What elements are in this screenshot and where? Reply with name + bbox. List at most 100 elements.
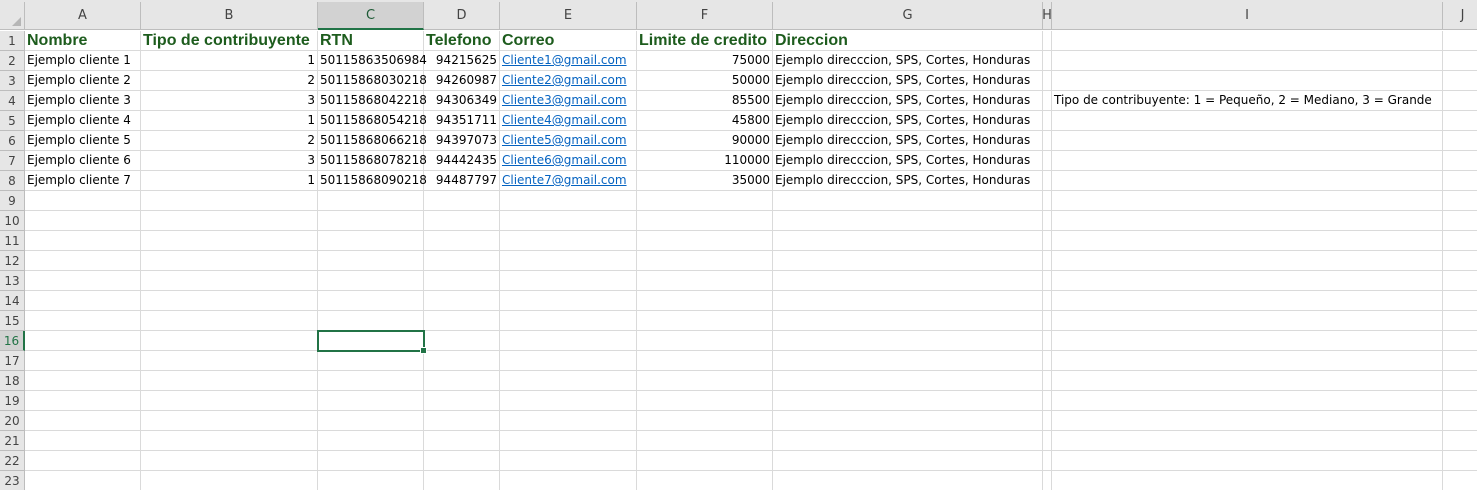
- row-header-5[interactable]: 5: [0, 111, 25, 131]
- cell-a16[interactable]: [25, 331, 141, 351]
- cell-h6[interactable]: [1043, 131, 1052, 151]
- cell-f16[interactable]: [637, 331, 773, 351]
- cell-c22[interactable]: [318, 451, 424, 471]
- cell-d10[interactable]: [424, 211, 500, 231]
- cell-j18[interactable]: [1443, 371, 1477, 391]
- cell-telefono[interactable]: 94487797: [424, 171, 500, 191]
- cell-nombre[interactable]: Ejemplo cliente 4: [25, 111, 141, 131]
- cell-j6[interactable]: [1443, 131, 1477, 151]
- email-link[interactable]: Cliente5@gmail.com: [500, 131, 637, 151]
- cell-g13[interactable]: [773, 271, 1043, 291]
- cell-e17[interactable]: [500, 351, 637, 371]
- cell-i11[interactable]: [1052, 231, 1443, 251]
- column-header-f[interactable]: F: [637, 2, 773, 30]
- cell-f13[interactable]: [637, 271, 773, 291]
- column-header-d[interactable]: D: [424, 2, 500, 30]
- cell-h17[interactable]: [1043, 351, 1052, 371]
- cell-direccion[interactable]: Ejemplo direcccion, SPS, Cortes, Hondura…: [773, 171, 1043, 191]
- cell-limite[interactable]: 50000: [637, 71, 773, 91]
- row-header-2[interactable]: 2: [0, 51, 25, 71]
- cell-g17[interactable]: [773, 351, 1043, 371]
- cell-i21[interactable]: [1052, 431, 1443, 451]
- cell-limite[interactable]: 90000: [637, 131, 773, 151]
- cell-h1[interactable]: [1043, 31, 1052, 51]
- cell-j1[interactable]: [1443, 31, 1477, 51]
- cell-h14[interactable]: [1043, 291, 1052, 311]
- email-link[interactable]: Cliente1@gmail.com: [500, 51, 637, 71]
- cell-j9[interactable]: [1443, 191, 1477, 211]
- cell-j3[interactable]: [1443, 71, 1477, 91]
- cell-b13[interactable]: [141, 271, 318, 291]
- column-title-direccion[interactable]: Direccion: [773, 31, 1043, 51]
- cell-b11[interactable]: [141, 231, 318, 251]
- cell-f14[interactable]: [637, 291, 773, 311]
- cell-b22[interactable]: [141, 451, 318, 471]
- cell-g16[interactable]: [773, 331, 1043, 351]
- cell-d11[interactable]: [424, 231, 500, 251]
- cell-i13[interactable]: [1052, 271, 1443, 291]
- cell-j8[interactable]: [1443, 171, 1477, 191]
- cell-d18[interactable]: [424, 371, 500, 391]
- cell-nombre[interactable]: Ejemplo cliente 5: [25, 131, 141, 151]
- column-header-j[interactable]: J: [1443, 2, 1477, 30]
- cell-h20[interactable]: [1043, 411, 1052, 431]
- cell-i22[interactable]: [1052, 451, 1443, 471]
- cell-nombre[interactable]: Ejemplo cliente 1: [25, 51, 141, 71]
- cell-rtn[interactable]: 50115868030218: [318, 71, 427, 91]
- cell-b12[interactable]: [141, 251, 318, 271]
- cell-limite[interactable]: 85500: [637, 91, 773, 111]
- row-header-9[interactable]: 9: [0, 191, 25, 211]
- row-header-23[interactable]: 23: [0, 471, 25, 490]
- email-link[interactable]: Cliente2@gmail.com: [500, 71, 637, 91]
- cell-b21[interactable]: [141, 431, 318, 451]
- column-header-c[interactable]: C: [318, 2, 424, 30]
- cell-a19[interactable]: [25, 391, 141, 411]
- cell-c15[interactable]: [318, 311, 424, 331]
- cell-e19[interactable]: [500, 391, 637, 411]
- row-header-16[interactable]: 16: [0, 331, 25, 351]
- row-header-22[interactable]: 22: [0, 451, 25, 471]
- column-title-rtn[interactable]: RTN: [318, 31, 424, 51]
- cell-c18[interactable]: [318, 371, 424, 391]
- cell-i15[interactable]: [1052, 311, 1443, 331]
- cell-limite[interactable]: 45800: [637, 111, 773, 131]
- email-link[interactable]: Cliente3@gmail.com: [500, 91, 637, 111]
- cell-f17[interactable]: [637, 351, 773, 371]
- cell-i20[interactable]: [1052, 411, 1443, 431]
- cell-a13[interactable]: [25, 271, 141, 291]
- cell-nombre[interactable]: Ejemplo cliente 2: [25, 71, 141, 91]
- cell-h16[interactable]: [1043, 331, 1052, 351]
- cell-h4[interactable]: [1043, 91, 1052, 111]
- cell-h13[interactable]: [1043, 271, 1052, 291]
- cell-h15[interactable]: [1043, 311, 1052, 331]
- cell-c10[interactable]: [318, 211, 424, 231]
- row-header-4[interactable]: 4: [0, 91, 25, 111]
- cell-i17[interactable]: [1052, 351, 1443, 371]
- cell-telefono[interactable]: 94397073: [424, 131, 500, 151]
- cell-a12[interactable]: [25, 251, 141, 271]
- cell-c19[interactable]: [318, 391, 424, 411]
- cell-b17[interactable]: [141, 351, 318, 371]
- cell-j21[interactable]: [1443, 431, 1477, 451]
- cell-rtn[interactable]: 50115868078218: [318, 151, 427, 171]
- cell-tipo[interactable]: 1: [141, 51, 318, 71]
- column-header-a[interactable]: A: [25, 2, 141, 30]
- cell-direccion[interactable]: Ejemplo direcccion, SPS, Cortes, Hondura…: [773, 151, 1043, 171]
- cell-h3[interactable]: [1043, 71, 1052, 91]
- cell-b23[interactable]: [141, 471, 318, 490]
- cell-tipo[interactable]: 3: [141, 151, 318, 171]
- cell-tipo[interactable]: 2: [141, 131, 318, 151]
- cell-j13[interactable]: [1443, 271, 1477, 291]
- cell-f12[interactable]: [637, 251, 773, 271]
- cell-c9[interactable]: [318, 191, 424, 211]
- cell-c23[interactable]: [318, 471, 424, 490]
- cell-f10[interactable]: [637, 211, 773, 231]
- cell-b15[interactable]: [141, 311, 318, 331]
- cell-j4[interactable]: [1443, 91, 1477, 111]
- column-header-b[interactable]: B: [141, 2, 318, 30]
- cell-j10[interactable]: [1443, 211, 1477, 231]
- cell-g22[interactable]: [773, 451, 1043, 471]
- row-header-6[interactable]: 6: [0, 131, 25, 151]
- cell-f23[interactable]: [637, 471, 773, 490]
- row-header-18[interactable]: 18: [0, 371, 25, 391]
